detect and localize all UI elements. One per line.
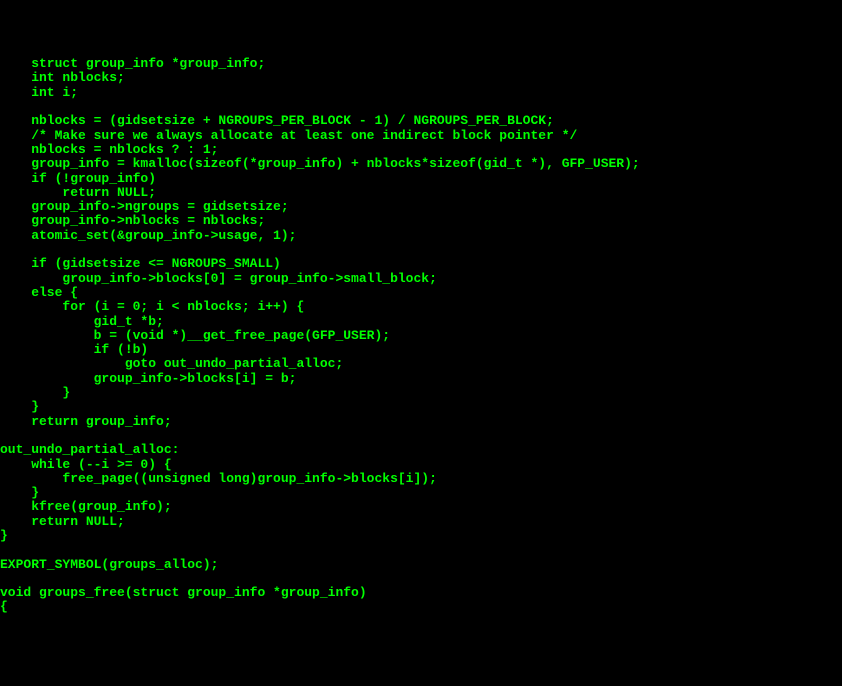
code-line: if (!b): [0, 342, 148, 357]
code-line: return group_info;: [0, 414, 172, 429]
code-line: group_info->blocks[i] = b;: [0, 371, 296, 386]
code-line: for (i = 0; i < nblocks; i++) {: [0, 299, 304, 314]
code-line: void groups_free(struct group_info *grou…: [0, 585, 367, 600]
code-line: out_undo_partial_alloc:: [0, 442, 179, 457]
code-line: gid_t *b;: [0, 314, 164, 329]
code-line: }: [0, 485, 39, 500]
code-block: struct group_info *group_info; int nbloc…: [0, 57, 842, 615]
code-line: return NULL;: [0, 514, 125, 529]
code-line: atomic_set(&group_info->usage, 1);: [0, 228, 296, 243]
code-line: group_info->nblocks = nblocks;: [0, 213, 265, 228]
code-line: free_page((unsigned long)group_info->blo…: [0, 471, 437, 486]
code-line: int i;: [0, 85, 78, 100]
code-line: group_info = kmalloc(sizeof(*group_info)…: [0, 156, 640, 171]
code-line: while (--i >= 0) {: [0, 457, 172, 472]
code-line: }: [0, 399, 39, 414]
code-line: }: [0, 528, 8, 543]
code-line: if (!group_info): [0, 171, 156, 186]
code-line: EXPORT_SYMBOL(groups_alloc);: [0, 557, 218, 572]
code-line: b = (void *)__get_free_page(GFP_USER);: [0, 328, 390, 343]
code-line: nblocks = (gidsetsize + NGROUPS_PER_BLOC…: [0, 113, 554, 128]
code-line: else {: [0, 285, 78, 300]
code-line: group_info->ngroups = gidsetsize;: [0, 199, 289, 214]
code-line: }: [0, 385, 70, 400]
code-line: {: [0, 599, 8, 614]
code-line: struct group_info *group_info;: [0, 56, 265, 71]
code-line: return NULL;: [0, 185, 156, 200]
code-line: goto out_undo_partial_alloc;: [0, 356, 343, 371]
code-line: int nblocks;: [0, 70, 125, 85]
code-line: group_info->blocks[0] = group_info->smal…: [0, 271, 437, 286]
code-line: if (gidsetsize <= NGROUPS_SMALL): [0, 256, 281, 271]
code-line: kfree(group_info);: [0, 499, 172, 514]
code-line: /* Make sure we always allocate at least…: [0, 128, 577, 143]
code-line: nblocks = nblocks ? : 1;: [0, 142, 218, 157]
